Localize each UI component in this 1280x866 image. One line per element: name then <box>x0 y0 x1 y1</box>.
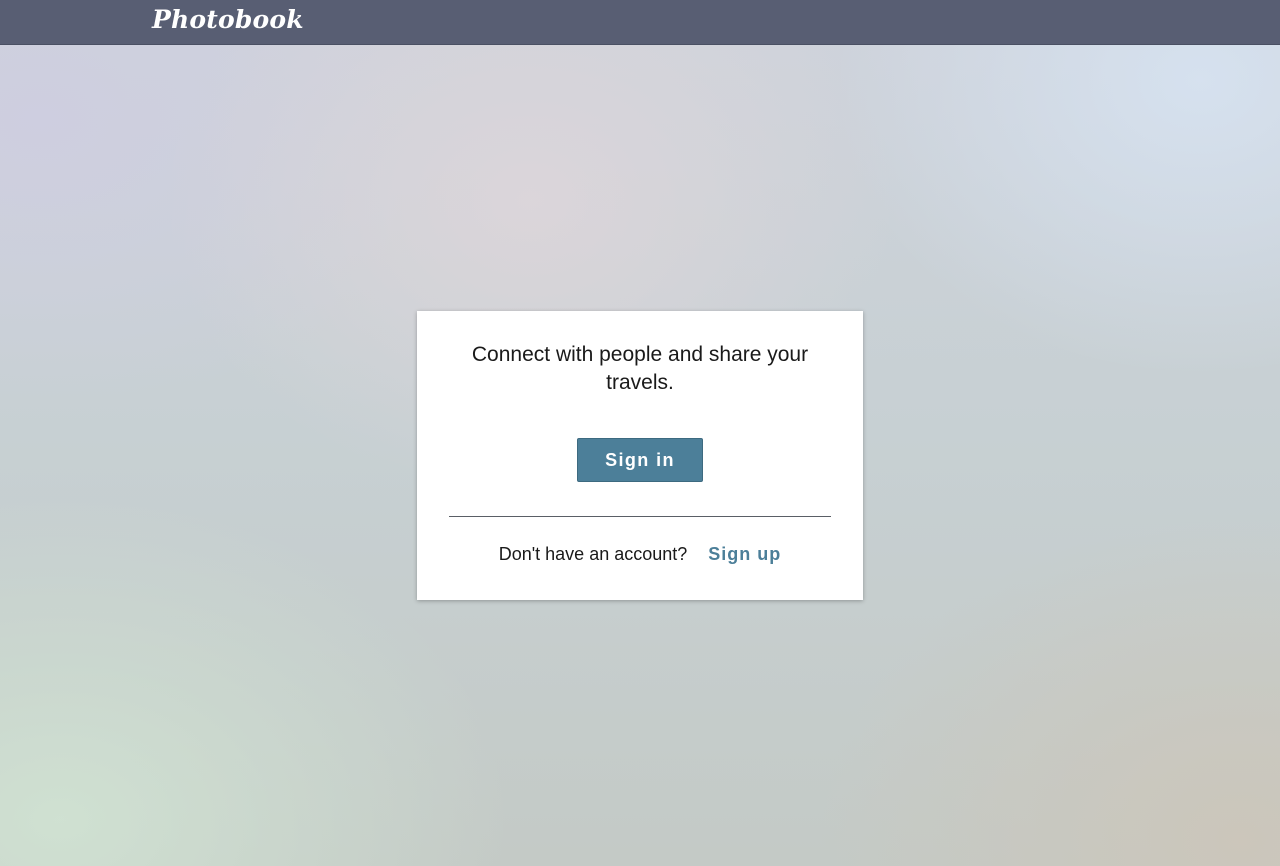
sign-up-link[interactable]: Sign up <box>708 544 781 564</box>
signup-prompt: Don't have an account? <box>498 544 688 564</box>
top-navbar: Photobook <box>0 0 1280 45</box>
tagline: Connect with people and share your trave… <box>471 343 809 394</box>
brand-logo[interactable]: Photobook <box>152 4 304 36</box>
signup-row: Don't have an account? Sign up <box>417 542 863 566</box>
divider <box>449 516 831 517</box>
login-card: Connect with people and share your trave… <box>417 311 863 600</box>
sign-in-button[interactable]: Sign in <box>577 438 703 482</box>
